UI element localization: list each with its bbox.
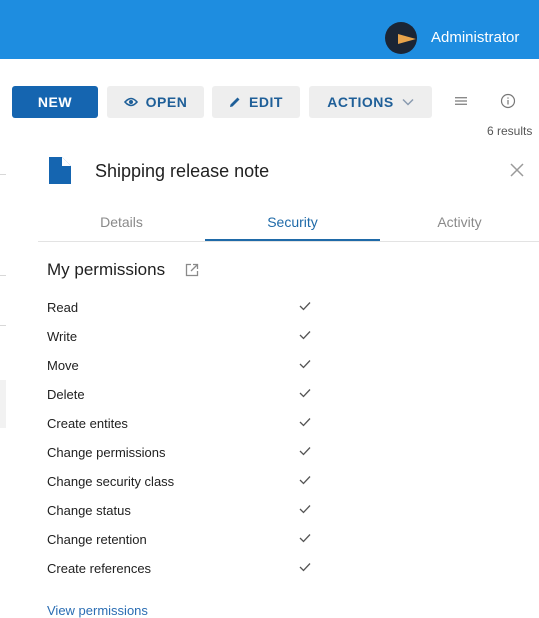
background-divider xyxy=(0,174,6,175)
view-permissions-link[interactable]: View permissions xyxy=(47,603,148,618)
edit-button-label: EDIT xyxy=(249,94,283,110)
list-view-icon[interactable] xyxy=(455,96,467,106)
permission-row: Move xyxy=(47,356,347,376)
background-row xyxy=(0,380,6,428)
section-title: My permissions xyxy=(47,260,166,279)
background-divider xyxy=(0,325,6,326)
check-icon xyxy=(299,563,311,572)
check-icon xyxy=(299,534,311,543)
permission-label: Delete xyxy=(47,387,85,402)
check-icon xyxy=(299,505,311,514)
pencil-icon xyxy=(230,97,240,107)
permission-label: Change retention xyxy=(47,532,147,547)
permission-row: Delete xyxy=(47,385,347,405)
active-tab-indicator xyxy=(205,239,380,241)
permission-label: Change status xyxy=(47,503,131,518)
permission-label: Change security class xyxy=(47,474,175,489)
edit-button[interactable]: EDIT xyxy=(212,86,300,118)
app-header: Administrator xyxy=(0,0,539,59)
check-icon xyxy=(299,360,311,369)
permission-row: Change retention xyxy=(47,530,347,550)
user-avatar[interactable] xyxy=(385,22,417,54)
permission-label: Create references xyxy=(47,561,152,576)
permission-row: Create entites xyxy=(47,414,347,434)
close-icon[interactable] xyxy=(510,163,524,177)
permission-label: Write xyxy=(47,329,78,344)
permission-row: Change security class xyxy=(47,472,347,492)
external-link-icon[interactable] xyxy=(185,263,199,277)
chevron-down-icon xyxy=(402,98,414,106)
tab-details[interactable]: Details xyxy=(38,203,205,240)
info-icon[interactable] xyxy=(500,93,516,109)
check-icon xyxy=(299,302,311,311)
permission-row: Write xyxy=(47,327,347,347)
open-button-label: OPEN xyxy=(145,94,188,110)
results-count: 6 results xyxy=(487,124,533,138)
permission-row: Read xyxy=(47,298,347,318)
panel-title: Shipping release note xyxy=(95,161,270,181)
permission-label: Change permissions xyxy=(47,445,166,460)
permission-row: Change status xyxy=(47,501,347,521)
permission-label: Read xyxy=(47,300,79,315)
new-button-label: NEW xyxy=(37,94,73,110)
eye-icon xyxy=(123,97,138,107)
check-icon xyxy=(299,418,311,427)
background-divider xyxy=(0,275,6,276)
check-icon xyxy=(299,447,311,456)
check-icon xyxy=(299,331,311,340)
permission-label: Create entites xyxy=(47,416,128,431)
user-name[interactable]: Administrator xyxy=(431,29,519,46)
new-button[interactable]: NEW xyxy=(12,86,98,118)
open-button[interactable]: OPEN xyxy=(107,86,204,118)
permission-row: Change permissions xyxy=(47,443,347,463)
tab-activity[interactable]: Activity xyxy=(380,203,539,240)
permission-label: Move xyxy=(47,358,79,373)
panel-tabs: Details Security Activity xyxy=(38,203,539,242)
check-icon xyxy=(299,476,311,485)
check-icon xyxy=(299,389,311,398)
actions-button-label: ACTIONS xyxy=(327,94,394,110)
detail-panel: Shipping release note Details Security A… xyxy=(38,143,539,618)
document-icon xyxy=(49,157,71,184)
permission-row: Create references xyxy=(47,559,347,579)
actions-dropdown-button[interactable]: ACTIONS xyxy=(309,86,432,118)
tab-security[interactable]: Security xyxy=(205,203,380,240)
